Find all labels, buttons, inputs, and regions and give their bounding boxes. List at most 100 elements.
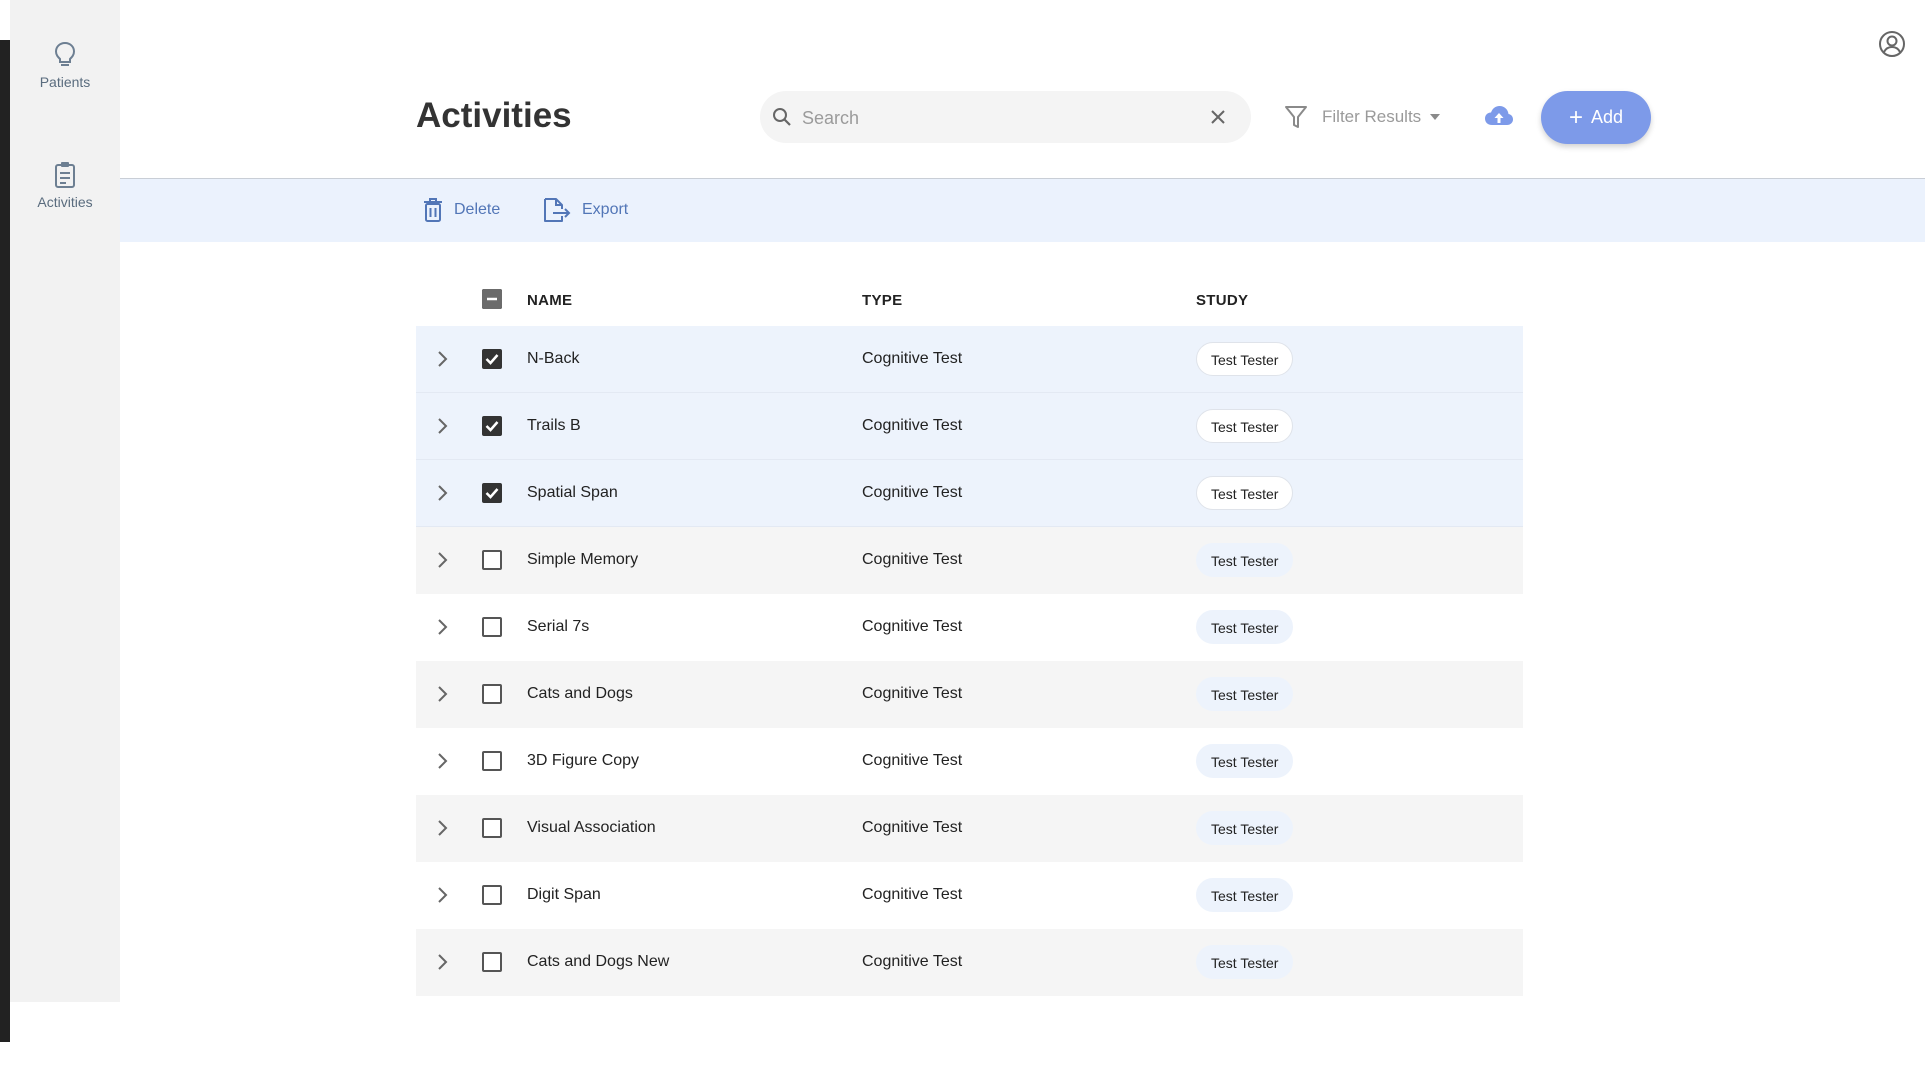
filter-icon xyxy=(1285,106,1307,128)
search-input[interactable] xyxy=(800,101,1204,135)
study-chip: Test Tester xyxy=(1196,677,1294,711)
activity-type: Cognitive Test xyxy=(862,953,963,970)
activities-table: NAME TYPE STUDY N-Back Cognitive Test Test… xyxy=(416,270,1523,996)
activity-type: Cognitive Test xyxy=(862,618,963,635)
table-row[interactable]: 3D Figure Copy Cognitive Test Test Tester xyxy=(416,728,1523,795)
study-chip: Test Tester xyxy=(1196,610,1294,644)
cloud-upload-icon[interactable] xyxy=(1484,104,1514,130)
activity-type: Cognitive Test xyxy=(862,350,963,367)
activity-name: Trails B xyxy=(527,417,581,434)
chevron-right-icon[interactable] xyxy=(436,953,448,971)
chevron-right-icon[interactable] xyxy=(436,819,448,837)
chevron-right-icon[interactable] xyxy=(436,551,448,569)
check-icon xyxy=(485,488,499,499)
file-export-icon xyxy=(544,198,571,222)
select-all-checkbox[interactable] xyxy=(482,289,502,309)
lightbulb-icon xyxy=(54,41,76,66)
chevron-down-icon xyxy=(1430,114,1441,120)
filter-results-label: Filter Results xyxy=(1322,107,1422,126)
table-row[interactable]: Digit Span Cognitive Test Test Tester xyxy=(416,862,1523,929)
export-button[interactable]: Export xyxy=(542,197,628,223)
check-icon xyxy=(485,421,499,432)
table-row[interactable]: N-Back Cognitive Test Test Tester xyxy=(416,326,1523,393)
row-checkbox[interactable] xyxy=(482,751,502,771)
delete-button[interactable]: Delete xyxy=(422,197,500,223)
table-body: N-Back Cognitive Test Test Tester Trails B C… xyxy=(416,326,1523,996)
window-edge xyxy=(0,0,10,1090)
table-row[interactable]: Visual Association Cognitive Test Test Tes… xyxy=(416,795,1523,862)
activity-name: 3D Figure Copy xyxy=(527,752,640,769)
activity-name: Serial 7s xyxy=(527,618,590,635)
indeterminate-icon xyxy=(482,289,502,309)
sidebar: Patients Activities xyxy=(10,0,120,1002)
column-header-name[interactable]: NAME xyxy=(527,292,572,309)
row-checkbox[interactable] xyxy=(482,550,502,570)
row-checkbox[interactable] xyxy=(482,617,502,637)
table-row[interactable]: Serial 7s Cognitive Test Test Tester xyxy=(416,594,1523,661)
activity-type: Cognitive Test xyxy=(862,417,963,434)
activity-type: Cognitive Test xyxy=(862,819,963,836)
chevron-right-icon[interactable] xyxy=(436,886,448,904)
row-checkbox[interactable] xyxy=(482,885,502,905)
close-icon[interactable] xyxy=(1209,108,1227,126)
page-title: Activities xyxy=(416,96,572,135)
add-button[interactable]: + Add xyxy=(1541,91,1651,144)
chevron-right-icon[interactable] xyxy=(436,484,448,502)
table-row[interactable]: Spatial Span Cognitive Test Test Tester xyxy=(416,460,1523,527)
study-chip: Test Tester xyxy=(1196,744,1294,778)
window-edge-dark xyxy=(0,40,10,1042)
activity-name: Cats and Dogs xyxy=(527,685,633,702)
activity-name: Digit Span xyxy=(527,886,601,903)
sidebar-item-patients[interactable]: Patients xyxy=(10,40,120,90)
table-row[interactable]: Cats and Dogs New Cognitive Test Test Test… xyxy=(416,929,1523,996)
row-checkbox[interactable] xyxy=(482,483,502,503)
study-chip: Test Tester xyxy=(1196,476,1294,510)
row-checkbox[interactable] xyxy=(482,416,502,436)
activity-name: N-Back xyxy=(527,350,580,367)
table-row[interactable]: Cats and Dogs Cognitive Test Test Tester xyxy=(416,661,1523,728)
column-header-study[interactable]: STUDY xyxy=(1196,292,1248,309)
table-header: NAME TYPE STUDY xyxy=(416,270,1523,326)
study-chip: Test Tester xyxy=(1196,811,1294,845)
table-row[interactable]: Trails B Cognitive Test Test Tester xyxy=(416,393,1523,460)
activity-type: Cognitive Test xyxy=(862,886,963,903)
chevron-right-icon[interactable] xyxy=(436,752,448,770)
plus-icon: + xyxy=(1568,103,1583,131)
activity-name: Cats and Dogs New xyxy=(527,953,670,970)
trash-icon xyxy=(424,198,442,222)
study-chip: Test Tester xyxy=(1196,409,1294,443)
check-icon xyxy=(485,354,499,365)
search-icon xyxy=(773,108,791,126)
row-checkbox[interactable] xyxy=(482,952,502,972)
table-row[interactable]: Simple Memory Cognitive Test Test Tester xyxy=(416,527,1523,594)
study-chip: Test Tester xyxy=(1196,878,1294,912)
activity-type: Cognitive Test xyxy=(862,752,963,769)
chevron-right-icon[interactable] xyxy=(436,618,448,636)
study-chip: Test Tester xyxy=(1196,342,1294,376)
activity-type: Cognitive Test xyxy=(862,551,963,568)
chevron-right-icon[interactable] xyxy=(436,417,448,435)
activity-name: Visual Association xyxy=(527,819,656,836)
delete-label: Delete xyxy=(454,201,501,218)
row-checkbox[interactable] xyxy=(482,684,502,704)
add-button-label: Add xyxy=(1590,107,1624,127)
activity-type: Cognitive Test xyxy=(862,685,963,702)
bulk-action-toolbar: Delete Export xyxy=(120,179,1925,242)
study-chip: Test Tester xyxy=(1196,945,1294,979)
activity-name: Spatial Span xyxy=(527,484,618,501)
account-icon[interactable] xyxy=(1878,30,1906,58)
sidebar-item-activities[interactable]: Activities xyxy=(10,160,120,210)
column-header-type[interactable]: TYPE xyxy=(862,292,902,309)
study-chip: Test Tester xyxy=(1196,543,1294,577)
sidebar-item-label: Patients xyxy=(39,74,91,90)
clipboard-icon xyxy=(55,162,75,188)
chevron-right-icon[interactable] xyxy=(436,350,448,368)
chevron-right-icon[interactable] xyxy=(436,685,448,703)
filter-results-button[interactable]: Filter Results xyxy=(1284,104,1441,130)
search-bar xyxy=(760,91,1251,143)
row-checkbox[interactable] xyxy=(482,349,502,369)
activity-type: Cognitive Test xyxy=(862,484,963,501)
export-label: Export xyxy=(582,201,629,218)
row-checkbox[interactable] xyxy=(482,818,502,838)
activity-name: Simple Memory xyxy=(527,551,639,568)
